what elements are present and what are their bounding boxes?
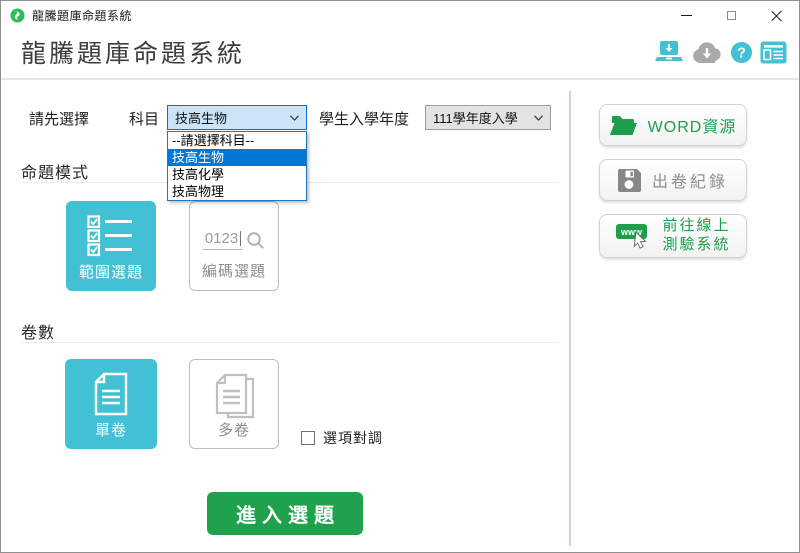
year-label: 學生入學年度 [319, 108, 409, 129]
documents-stack-icon [213, 373, 255, 419]
swap-options-checkbox-row[interactable]: 選項對調 [301, 428, 383, 448]
paper-section-title: 卷數 [21, 319, 55, 343]
paper-section-divider [21, 342, 558, 343]
exam-record-label: 出卷紀錄 [652, 168, 728, 192]
subject-dropdown-list: --請選擇科目-- 技高生物 技高化學 技高物理 [167, 131, 307, 201]
select-prompt: 請先選擇 [29, 108, 89, 129]
subject-option[interactable]: 技高生物 [168, 149, 306, 166]
folder-icon [610, 115, 637, 136]
exam-record-button[interactable]: 出卷紀錄 [599, 159, 747, 201]
single-paper-label: 單卷 [95, 419, 127, 440]
subject-option[interactable]: 技高化學 [168, 166, 306, 183]
cloud-download-icon[interactable] [691, 41, 723, 64]
subject-option[interactable]: --請選擇科目-- [168, 132, 306, 149]
svg-text:?: ? [737, 45, 746, 61]
exam-record-panel-icon[interactable] [760, 41, 787, 64]
text-caret [240, 231, 241, 246]
minimize-icon [681, 15, 692, 16]
vertical-divider [569, 91, 571, 546]
header-divider [1, 78, 799, 80]
maximize-icon [727, 11, 736, 20]
swap-options-label: 選項對調 [323, 428, 383, 448]
online-label-line2: 測驗系統 [662, 236, 730, 253]
subject-option[interactable]: 技高物理 [168, 183, 306, 200]
online-test-system-label: 前往線上 測驗系統 [662, 217, 730, 255]
online-test-system-button[interactable]: www 前往線上 測驗系統 [599, 214, 747, 258]
range-select-button[interactable]: 範圍選題 [66, 201, 156, 291]
multi-paper-button[interactable]: 多卷 [189, 359, 279, 449]
titlebar: 龍騰題庫命題系統 [1, 1, 799, 29]
close-button[interactable] [754, 1, 799, 29]
document-icon [93, 372, 129, 416]
save-icon [618, 169, 641, 192]
app-window: 龍騰題庫命題系統 龍騰題庫命題系統 [0, 0, 800, 553]
app-logo-icon [10, 8, 25, 23]
range-select-label: 範圍選題 [79, 261, 143, 282]
page-title: 龍騰題庫命題系統 [21, 34, 245, 70]
www-cursor-icon: www [615, 222, 651, 250]
code-entry: 0123 [203, 230, 265, 250]
single-paper-button[interactable]: 單卷 [65, 359, 157, 449]
checklist-icon [87, 215, 135, 257]
search-icon [246, 231, 265, 250]
code-select-label: 編碼選題 [202, 260, 266, 281]
titlebar-title: 龍騰題庫命題系統 [32, 7, 132, 24]
maximize-button[interactable] [709, 1, 754, 29]
code-sample-text: 0123 [205, 230, 238, 247]
word-resource-label: WORD資源 [648, 113, 737, 137]
computer-download-icon[interactable] [654, 40, 684, 64]
swap-options-checkbox[interactable] [301, 431, 315, 445]
mode-section-title: 命題模式 [21, 159, 89, 183]
online-label-line1: 前往線上 [662, 217, 730, 234]
close-icon [771, 10, 782, 21]
chevron-down-icon [290, 115, 299, 121]
code-select-button[interactable]: 0123 編碼選題 [189, 201, 279, 291]
subject-label: 科目 [129, 108, 159, 129]
chevron-down-icon [534, 115, 543, 121]
minimize-button[interactable] [664, 1, 709, 29]
year-select[interactable]: 111學年度入學 [425, 105, 551, 130]
subject-select[interactable]: 技高生物 [167, 105, 307, 130]
year-select-value: 111學年度入學 [433, 108, 518, 127]
enter-selection-button[interactable]: 進入選題 [207, 492, 363, 535]
subject-select-value: 技高生物 [175, 108, 227, 127]
help-icon[interactable]: ? [730, 41, 753, 64]
word-resource-button[interactable]: WORD資源 [599, 104, 747, 146]
multi-paper-label: 多卷 [218, 419, 250, 440]
